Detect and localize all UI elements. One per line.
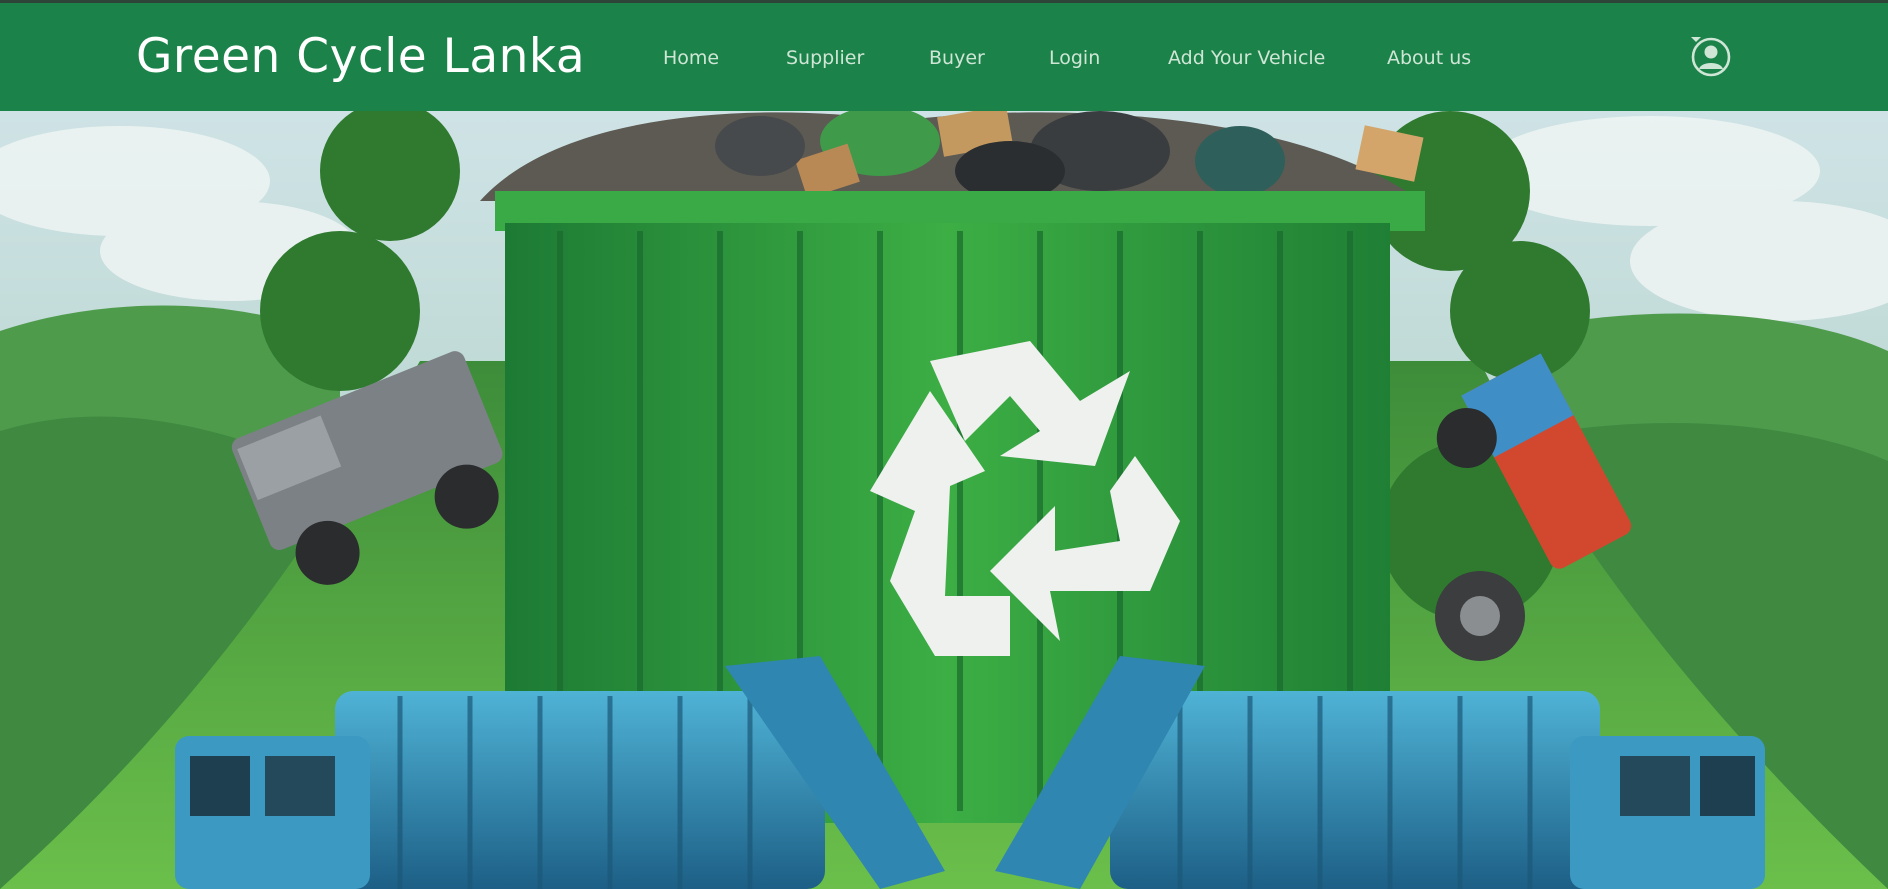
nav-menu: Home Supplier Buyer Login Add Your Vehic… — [0, 3, 1888, 111]
nav-add-vehicle-link[interactable]: Add Your Vehicle — [1168, 47, 1325, 69]
caret-down-icon — [1691, 37, 1701, 42]
nav-login-link[interactable]: Login — [1049, 47, 1100, 69]
nav-about-link[interactable]: About us — [1387, 47, 1471, 69]
hero-illustration — [0, 111, 1888, 889]
navbar: Green Cycle Lanka Home Supplier Buyer Lo… — [0, 3, 1888, 111]
nav-supplier-link[interactable]: Supplier — [786, 47, 864, 69]
hero-banner — [0, 111, 1888, 889]
user-menu-dropdown[interactable] — [1690, 36, 1742, 80]
nav-buyer-link[interactable]: Buyer — [929, 47, 985, 69]
nav-home-link[interactable]: Home — [663, 47, 719, 69]
